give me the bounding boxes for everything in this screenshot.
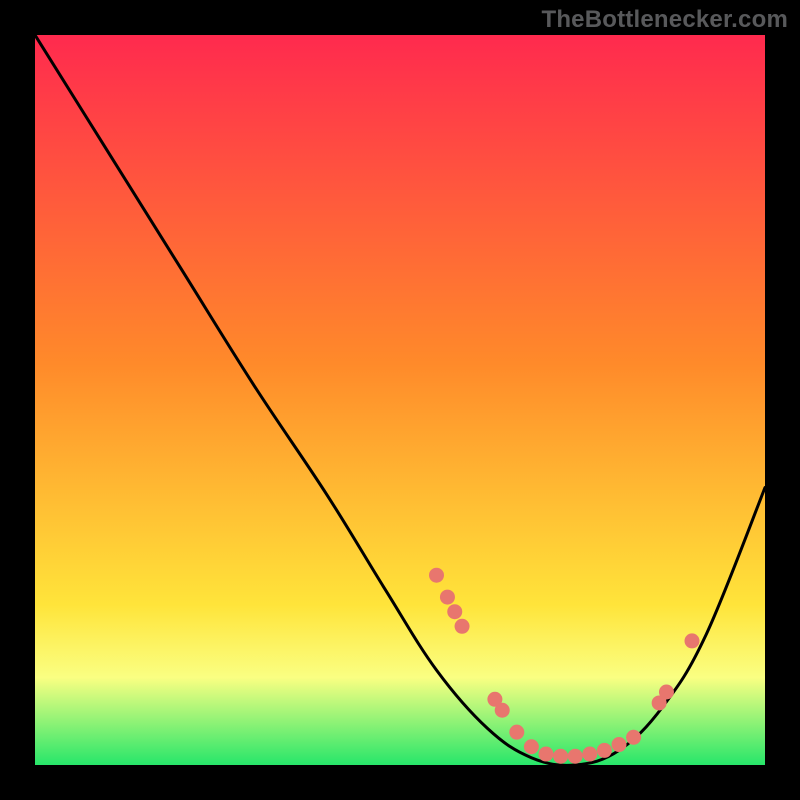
data-marker — [659, 685, 674, 700]
data-marker — [447, 604, 462, 619]
data-marker — [495, 703, 510, 718]
data-marker — [626, 730, 641, 745]
chart-frame: TheBottlenecker.com — [0, 0, 800, 800]
data-marker — [539, 747, 554, 762]
data-marker — [612, 737, 627, 752]
data-marker — [582, 747, 597, 762]
data-marker — [440, 590, 455, 605]
watermark-text: TheBottlenecker.com — [541, 6, 788, 34]
gradient-background — [35, 35, 765, 765]
plot-area — [35, 35, 765, 765]
data-marker — [455, 619, 470, 634]
data-marker — [597, 743, 612, 758]
data-marker — [429, 568, 444, 583]
data-marker — [509, 725, 524, 740]
bottleneck-chart — [35, 35, 765, 765]
data-marker — [685, 633, 700, 648]
data-marker — [568, 749, 583, 764]
data-marker — [524, 739, 539, 754]
data-marker — [553, 749, 568, 764]
